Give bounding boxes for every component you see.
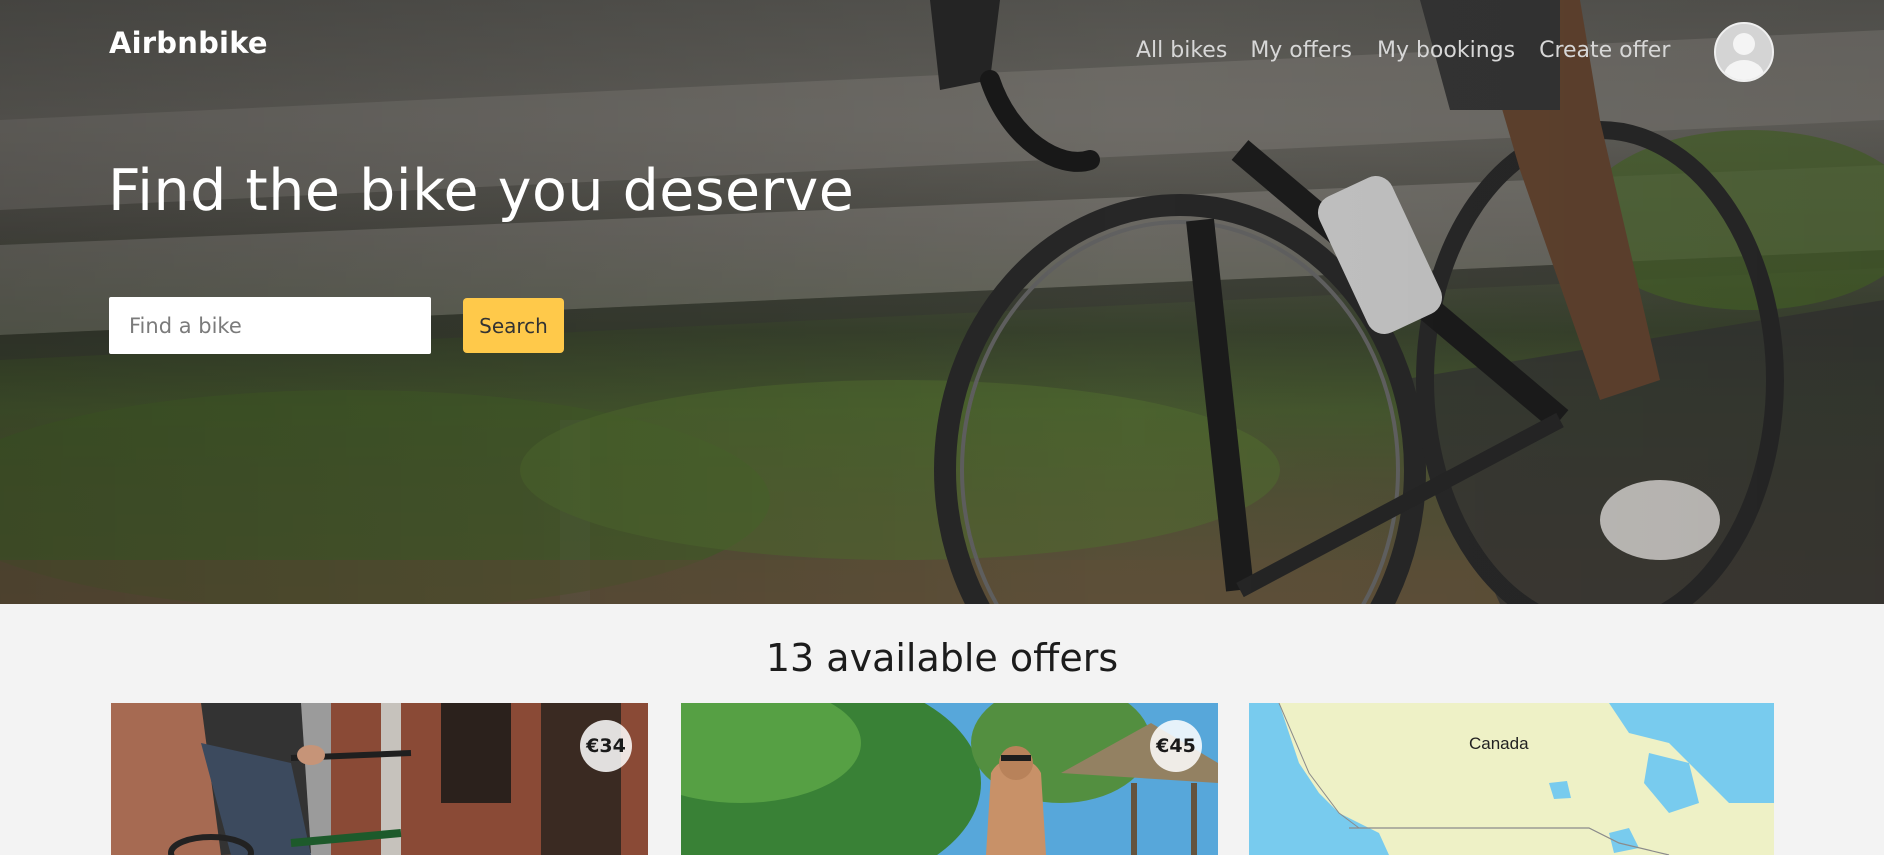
search-input[interactable] — [109, 297, 431, 354]
offer-card[interactable]: €34 — [111, 703, 648, 855]
offers-count-title: 13 available offers — [765, 636, 1119, 680]
offers-map[interactable]: Canada — [1249, 703, 1774, 855]
nav-my-bookings[interactable]: My bookings — [1377, 34, 1515, 68]
offer-price-badge: €45 — [1150, 720, 1202, 772]
offer-card-image — [681, 703, 1218, 855]
user-avatar-icon[interactable] — [1714, 22, 1774, 82]
hero-headline: Find the bike you deserve — [108, 158, 855, 224]
offer-price-badge: €34 — [580, 720, 632, 772]
map-canvas — [1249, 703, 1774, 855]
top-nav: All bikes My offers My bookings Create o… — [1136, 34, 1695, 68]
offer-card[interactable]: €45 — [681, 703, 1218, 855]
map-label-country: Canada — [1469, 734, 1529, 753]
brand-logo[interactable]: Airbnbike — [109, 26, 268, 60]
hero-banner: Airbnbike All bikes My offers My booking… — [0, 0, 1884, 604]
search-button[interactable]: Search — [463, 298, 564, 353]
nav-all-bikes[interactable]: All bikes — [1136, 34, 1227, 68]
nav-my-offers[interactable]: My offers — [1250, 34, 1352, 68]
nav-create-offer[interactable]: Create offer — [1539, 34, 1670, 68]
offer-card-image — [111, 703, 648, 855]
